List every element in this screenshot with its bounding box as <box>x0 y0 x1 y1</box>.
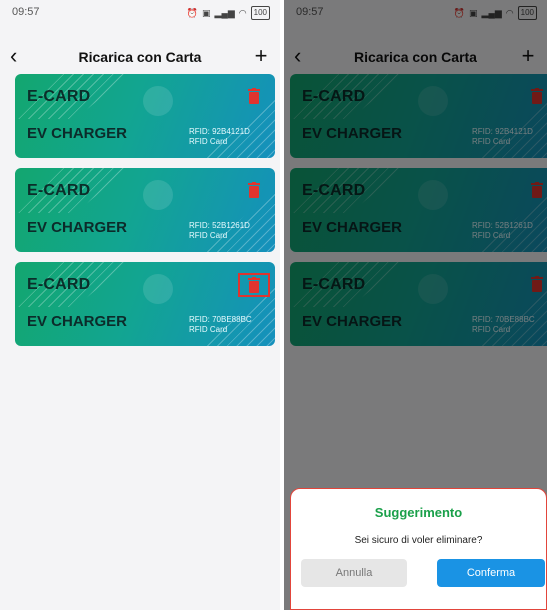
status-bar: 09:57 ⏰ ▣ ▂▄▆ ◠ 100 <box>0 0 280 26</box>
dialog-title: Suggerimento <box>374 505 463 520</box>
dialog-message: Sei sicuro di voler eliminare? <box>354 535 483 546</box>
alarm-icon: ⏰ <box>186 8 199 18</box>
card-rfid-type: RFID Card <box>189 231 228 240</box>
card-rfid-code: RFID: 52B1261D <box>189 221 250 230</box>
delete-card-button[interactable] <box>238 273 270 297</box>
nav-bar: ‹ Ricarica con Carta + <box>0 44 280 72</box>
card-title: EV CHARGER <box>27 125 128 142</box>
delete-confirm-screen: 09:57 ⏰ ▣ ▂▄▆ ◠ 100 ‹ Ricarica con Carta… <box>284 0 547 610</box>
card-rfid-type: RFID Card <box>189 137 228 146</box>
card-rfid-code: RFID: 70BE88BC <box>189 315 252 324</box>
status-time: 09:57 <box>12 6 40 18</box>
cancel-button[interactable]: Annulla <box>301 559 407 587</box>
rfid-card[interactable]: E-CARD EV CHARGER RFID: 70BE88BC RFID Ca… <box>15 262 275 346</box>
add-card-button[interactable]: + <box>252 44 270 72</box>
rfid-card[interactable]: E-CARD EV CHARGER RFID: 52B1261D RFID Ca… <box>15 168 275 252</box>
card-rfid-code: RFID: 92B4121D <box>189 127 250 136</box>
card-rfid-info: RFID: 92B4121D RFID Card <box>189 127 267 147</box>
plus-icon: + <box>254 43 268 68</box>
card-title: EV CHARGER <box>27 313 128 330</box>
card-title: EV CHARGER <box>27 219 128 236</box>
delete-card-button[interactable] <box>248 88 262 106</box>
trash-icon <box>248 277 260 293</box>
card-list-screen: 09:57 ⏰ ▣ ▂▄▆ ◠ 100 ‹ Ricarica con Carta… <box>0 0 280 610</box>
card-brand: E-CARD <box>27 276 91 293</box>
delete-card-button[interactable] <box>248 182 262 200</box>
confirm-delete-dialog: Suggerimento Sei sicuro di voler elimina… <box>290 488 547 610</box>
card-brand: E-CARD <box>27 182 91 199</box>
card-brand: E-CARD <box>27 88 91 105</box>
battery-icon: 100 <box>250 6 270 20</box>
wifi-icon: ◠ <box>238 8 247 18</box>
trash-icon <box>248 88 260 104</box>
page-title: Ricarica con Carta <box>78 49 202 65</box>
card-rfid-type: RFID Card <box>189 325 228 334</box>
4g-signal-icon: ▂▄▆ <box>214 8 235 18</box>
status-icons: ⏰ ▣ ▂▄▆ ◠ 100 <box>187 6 270 20</box>
card-rfid-info: RFID: 70BE88BC RFID Card <box>189 315 267 335</box>
card-rfid-info: RFID: 52B1261D RFID Card <box>189 221 267 241</box>
confirm-button[interactable]: Conferma <box>437 559 545 587</box>
trash-icon <box>248 182 260 198</box>
sim-icon: ▣ <box>202 8 211 18</box>
rfid-card[interactable]: E-CARD EV CHARGER RFID: 92B4121D RFID Ca… <box>15 74 275 158</box>
